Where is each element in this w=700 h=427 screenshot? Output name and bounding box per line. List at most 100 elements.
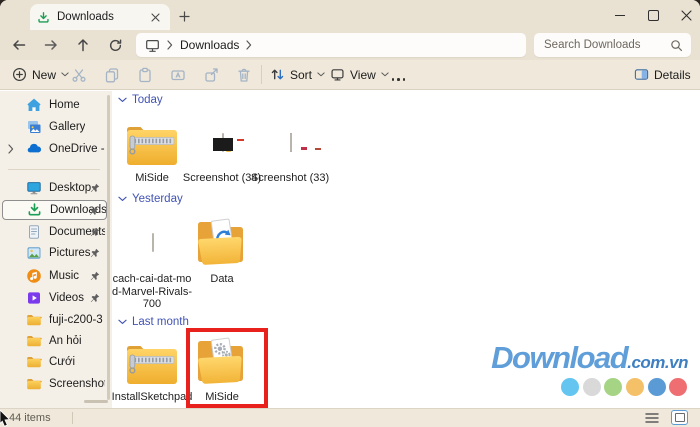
watermark-dot — [669, 378, 687, 396]
new-button[interactable]: New — [12, 60, 69, 89]
sidebar-item-downloads[interactable]: Downloads — [2, 200, 107, 220]
group-header-last-month[interactable]: Last month — [118, 316, 189, 328]
file-tile-screenshot-33[interactable]: Screenshot (33) — [255, 90, 325, 108]
annotation-highlight-box — [186, 328, 268, 408]
pictures-icon — [26, 245, 42, 261]
new-tab-button[interactable] — [176, 8, 192, 24]
watermark-dot — [648, 378, 666, 396]
sidebar-item-fuji-c200-3[interactable]: fuji-c200-3 — [2, 310, 107, 330]
chevron-down-icon — [381, 72, 389, 77]
download-icon — [37, 11, 50, 24]
pin-icon — [89, 206, 99, 216]
sidebar-vertical-scrollbar[interactable] — [107, 95, 110, 400]
details-panel-icon — [634, 67, 649, 82]
paste-icon[interactable] — [136, 66, 153, 83]
details-view-icon[interactable] — [645, 412, 660, 425]
details-button[interactable]: Details — [634, 60, 691, 89]
view-button[interactable]: View — [330, 60, 389, 89]
maximize-button[interactable] — [644, 8, 662, 23]
sidebar-item-pictures[interactable]: Pictures — [2, 243, 107, 263]
this-pc-icon — [145, 38, 160, 53]
item-count: 44 items — [9, 412, 51, 424]
sidebar-item-documents[interactable]: Documents — [2, 222, 107, 242]
group-header-yesterday[interactable]: Yesterday — [118, 193, 183, 205]
folder-icon — [26, 312, 42, 328]
toolbar-divider — [261, 65, 262, 84]
file-tile-marvel-rivals-image[interactable]: cach-cai-dat-mo d-Marvel-Rivals- 700 — [117, 90, 187, 108]
sidebar-item-onedrive[interactable]: OneDrive - Perso — [2, 139, 107, 159]
view-label: View — [350, 68, 376, 82]
chevron-down-icon — [317, 72, 325, 77]
address-bar[interactable]: Downloads — [136, 33, 526, 57]
videos-icon — [26, 290, 42, 306]
chevron-right-icon — [167, 40, 173, 50]
close-button[interactable] — [677, 8, 695, 23]
navigation-bar: Downloads — [0, 30, 700, 60]
status-bar: 44 items — [0, 408, 700, 427]
rename-icon[interactable] — [169, 66, 186, 83]
cut-icon[interactable] — [70, 66, 87, 83]
group-label: Yesterday — [132, 193, 183, 205]
command-toolbar: New — [0, 60, 700, 90]
onedrive-cloud-icon — [26, 141, 42, 157]
more-options-icon[interactable] — [390, 71, 407, 88]
collapse-chevron-icon[interactable] — [118, 319, 127, 325]
chevron-down-icon — [61, 72, 69, 77]
watermark-brand: Download — [491, 340, 627, 376]
sidebar-separator — [8, 169, 100, 170]
zipped-folder-icon — [124, 122, 180, 168]
search-input[interactable] — [542, 38, 670, 52]
sidebar-item-home[interactable]: Home — [2, 95, 107, 115]
open-folder-icon — [194, 216, 250, 268]
search-box[interactable] — [534, 33, 691, 57]
file-tile-screenshot-34[interactable]: Screenshot (34) — [187, 90, 257, 108]
pin-icon — [90, 227, 100, 237]
desktop-icon — [26, 180, 42, 196]
delete-icon[interactable] — [235, 66, 252, 83]
sort-label: Sort — [290, 68, 312, 82]
navigation-pane: Home Gallery OneDrive - Perso — [0, 91, 112, 408]
up-button[interactable] — [74, 36, 92, 54]
refresh-button[interactable] — [106, 36, 124, 54]
folder-icon — [26, 354, 42, 370]
pin-icon — [90, 271, 100, 281]
documents-icon — [26, 224, 42, 240]
file-name: cach-cai-dat-mo d-Marvel-Rivals- 700 — [112, 273, 192, 311]
sidebar-item-desktop[interactable]: Desktop — [2, 178, 107, 198]
gallery-icon — [26, 119, 42, 135]
collapse-chevron-icon[interactable] — [118, 196, 127, 202]
breadcrumb-location[interactable]: Downloads — [180, 38, 239, 52]
tab-close-icon[interactable] — [147, 9, 163, 25]
downloads-icon — [27, 202, 43, 218]
expand-chevron-icon[interactable] — [8, 144, 14, 154]
folder-icon — [26, 376, 42, 392]
sidebar-item-screenshots[interactable]: Screenshots — [2, 374, 107, 394]
tab-downloads[interactable]: Downloads — [30, 4, 170, 30]
mouse-cursor — [0, 410, 12, 427]
image-thumbnail — [152, 233, 154, 252]
forward-button[interactable] — [42, 36, 60, 54]
view-icon — [330, 67, 345, 82]
sidebar-item-cuoi[interactable]: Cưới — [2, 352, 107, 372]
thumbnail-view-icon[interactable] — [671, 410, 688, 425]
minimize-button[interactable] — [611, 8, 629, 23]
title-bar: Downloads — [0, 0, 700, 30]
home-icon — [26, 97, 42, 113]
copy-icon[interactable] — [103, 66, 120, 83]
watermark-logo: Download.com.vn — [491, 340, 688, 376]
sort-button[interactable]: Sort — [270, 60, 325, 89]
chevron-right-icon[interactable] — [246, 40, 252, 50]
sidebar-horizontal-scrollbar[interactable] — [84, 400, 108, 403]
watermark-suffix: .com.vn — [627, 353, 688, 373]
new-label: New — [32, 68, 56, 82]
back-button[interactable] — [10, 36, 28, 54]
sidebar-item-gallery[interactable]: Gallery — [2, 117, 107, 137]
file-name: Data — [210, 273, 233, 286]
sidebar-item-an-hoi[interactable]: Ăn hỏi — [2, 331, 107, 351]
share-icon[interactable] — [202, 66, 219, 83]
search-icon — [670, 39, 683, 52]
screenshot-thumbnail — [222, 133, 224, 152]
file-name: MiSide — [135, 172, 169, 185]
sidebar-item-music[interactable]: Music — [2, 266, 107, 286]
sidebar-item-videos[interactable]: Videos — [2, 288, 107, 308]
